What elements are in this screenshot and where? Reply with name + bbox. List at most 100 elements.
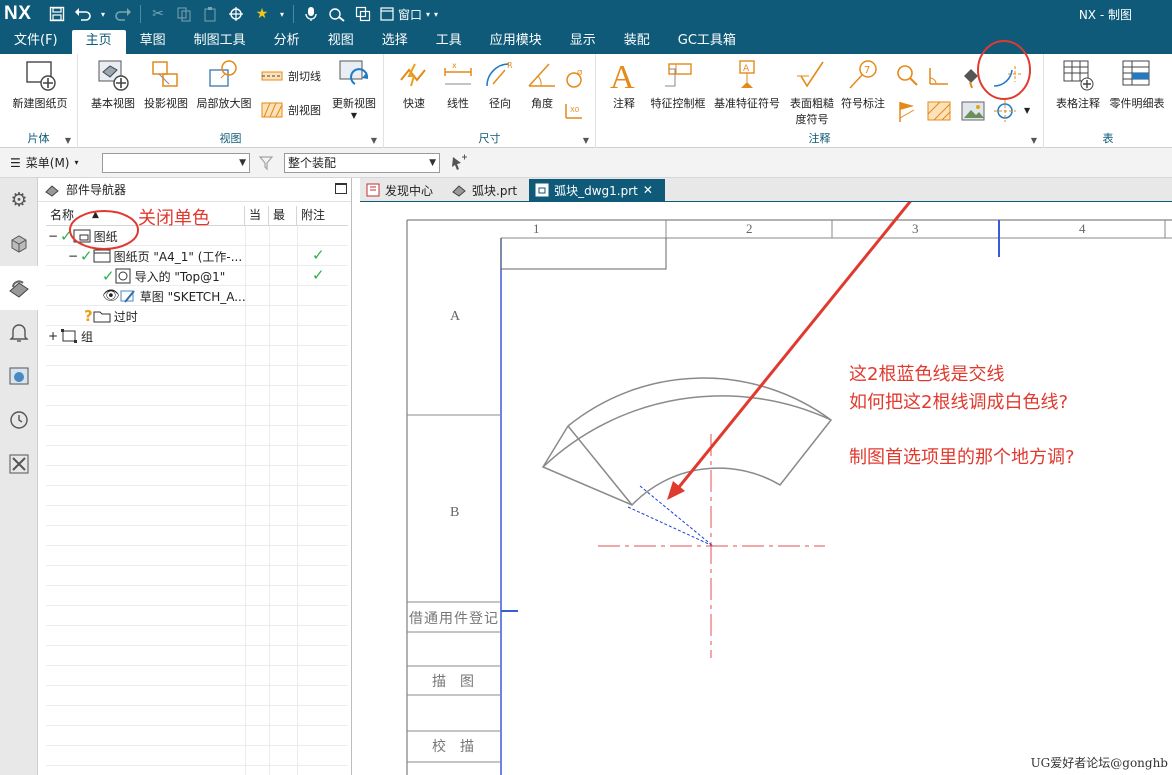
svg-text:A: A [610,59,635,92]
tab-8[interactable]: 应用模块 [476,30,556,54]
star-icon[interactable]: ★ [251,3,273,25]
tab-part[interactable]: 弧块.prt [445,179,529,201]
divider [293,5,294,23]
collapse-icon[interactable]: − [46,229,60,243]
tree-node-group[interactable]: + 组 [46,326,93,346]
detail-view-button[interactable]: 局部放大图 [192,58,256,111]
switch-window-icon[interactable] [352,3,374,25]
history-icon[interactable] [0,398,38,442]
tools-icon[interactable] [0,442,38,486]
tab-0[interactable]: 文件(F) [0,30,72,54]
datum-target-icon[interactable] [926,62,952,91]
tree-node-sketch[interactable]: 👁 草图 "SKETCH_A... [102,286,246,306]
tree-node-label: 草图 "SKETCH_A... [139,289,246,304]
projected-view-button[interactable]: 投影视图 [140,58,192,111]
part-navigator-header-icon [45,184,59,197]
chevron-down-icon[interactable]: ▼ [583,136,589,145]
chevron-down-icon[interactable]: ▼ [371,136,377,145]
expand-icon[interactable]: + [46,329,60,343]
view-group-label: 视图 [219,132,242,145]
drawing-sheet[interactable] [360,202,1172,775]
command-finder-icon[interactable] [326,3,348,25]
linear-dimension-button[interactable]: x 线性 [436,58,480,111]
datum-feature-symbol-label: 基准特征符号 [714,97,780,110]
filter-icon[interactable] [258,155,274,174]
parts-list-button[interactable]: 零件明细表 [1106,58,1168,111]
feature-control-frame-button[interactable]: 特征控制框 [646,58,710,111]
table-row [46,446,348,466]
table-row [46,586,348,606]
tab-11[interactable]: GC工具箱 [664,30,750,54]
save-icon[interactable] [46,3,68,25]
tabular-note-button[interactable]: 表格注释 [1050,58,1106,111]
area-fill-icon[interactable] [926,100,952,125]
tab-9[interactable]: 显示 [556,30,610,54]
tab-1[interactable]: 主页 [71,30,126,54]
chevron-down-icon[interactable]: ▾ [277,3,287,25]
window-menu[interactable]: 窗口 ▾ ▾ [380,6,438,23]
tab-2[interactable]: 草图 [126,30,180,54]
new-sheet-button[interactable]: 新建图纸页 [8,58,72,111]
microphone-icon[interactable] [300,3,322,25]
paste-icon[interactable] [199,3,221,25]
maximize-icon[interactable] [335,183,347,194]
tab-drawing-part[interactable]: 弧块_dwg1.prt ✕ [529,179,665,201]
rapid-dimension-button[interactable]: 快速 [392,58,436,111]
tab-6[interactable]: 选择 [368,30,422,54]
angular-dimension-button[interactable]: 角度 [520,58,564,111]
datum-feature-symbol-button[interactable]: A 基准特征符号 [712,58,782,111]
type-filter-dropdown[interactable]: ▼ [102,153,250,173]
tab-10[interactable]: 装配 [610,30,664,54]
checkmark-icon[interactable]: ✓ [102,267,115,285]
tab-7[interactable]: 工具 [422,30,476,54]
update-view-button[interactable]: 更新视图 ▼ [326,58,382,120]
chevron-down-icon[interactable]: ▼ [65,136,71,145]
undo-icon[interactable] [72,3,94,25]
folder-icon [93,311,111,323]
id-symbol-button[interactable]: 7 符号标注 [838,58,888,111]
flag-note-icon[interactable] [894,98,920,127]
column-latest[interactable]: 最 [269,206,297,225]
cut-icon[interactable]: ✂ [147,3,169,25]
magnifier-annotation-icon[interactable] [894,62,920,91]
column-current[interactable]: 当 [245,206,269,225]
projected-view-icon [152,61,178,87]
corner-box [500,238,667,270]
column-notes[interactable]: 附注 [297,206,348,225]
base-view-button[interactable]: 基本视图 [84,58,142,111]
gear-icon[interactable]: ⚙ [0,178,38,222]
tree-node-outdated[interactable]: ? 过时 [84,306,138,326]
assembly-navigator-icon[interactable] [0,222,38,266]
tab-5[interactable]: 视图 [314,30,368,54]
redo-icon[interactable] [112,3,134,25]
web-browser-icon[interactable] [0,354,38,398]
arc-block-edge [567,425,633,506]
tab-4[interactable]: 分析 [260,30,314,54]
bell-icon[interactable] [0,310,38,354]
radial-dimension-button[interactable]: R 径向 [478,58,522,111]
select-options-icon[interactable] [450,154,468,175]
tab-3[interactable]: 制图工具 [180,30,260,54]
surface-finish-symbol-button[interactable]: 表面粗糙 度符号 [784,58,840,127]
feature-control-frame-label: 特征控制框 [650,97,706,110]
section-view-button[interactable]: 剖视图 [260,100,321,120]
selection-scope-dropdown[interactable]: 整个装配 ▼ [284,153,440,173]
chevron-down-icon[interactable]: ▼ [1031,136,1037,145]
main-menu-button[interactable]: ☰ 菜单(M) ▾ [0,154,96,171]
tab-discovery-center[interactable]: 发现中心 [360,179,445,201]
annotation-group-label: 注释 [808,132,831,145]
note-button[interactable]: A 注释 [604,58,644,111]
section-line-button[interactable]: 剖切线 [260,66,321,86]
chevron-down-icon[interactable]: ▾ [98,3,108,25]
ordinate-dimension-icon[interactable]: X0 [562,100,586,125]
graphics-window[interactable]: 1 2 3 4 A B 借通用件登记 描 图 校 描 这2根蓝色线是交线 如何把… [360,202,1172,775]
eye-icon[interactable]: 👁 [102,288,120,304]
tree-node-imported-view[interactable]: ✓ 导入的 "Top@1" [102,266,225,286]
chevron-down-icon[interactable]: ▼ [1024,106,1030,115]
snap-icon[interactable] [225,3,247,25]
chamfer-dimension-icon[interactable]: Ø [562,68,586,93]
copy-icon[interactable] [173,3,195,25]
close-icon[interactable]: ✕ [643,183,653,197]
part-navigator-icon[interactable] [0,266,38,310]
app-title: NX - 制图 [1078,8,1132,22]
